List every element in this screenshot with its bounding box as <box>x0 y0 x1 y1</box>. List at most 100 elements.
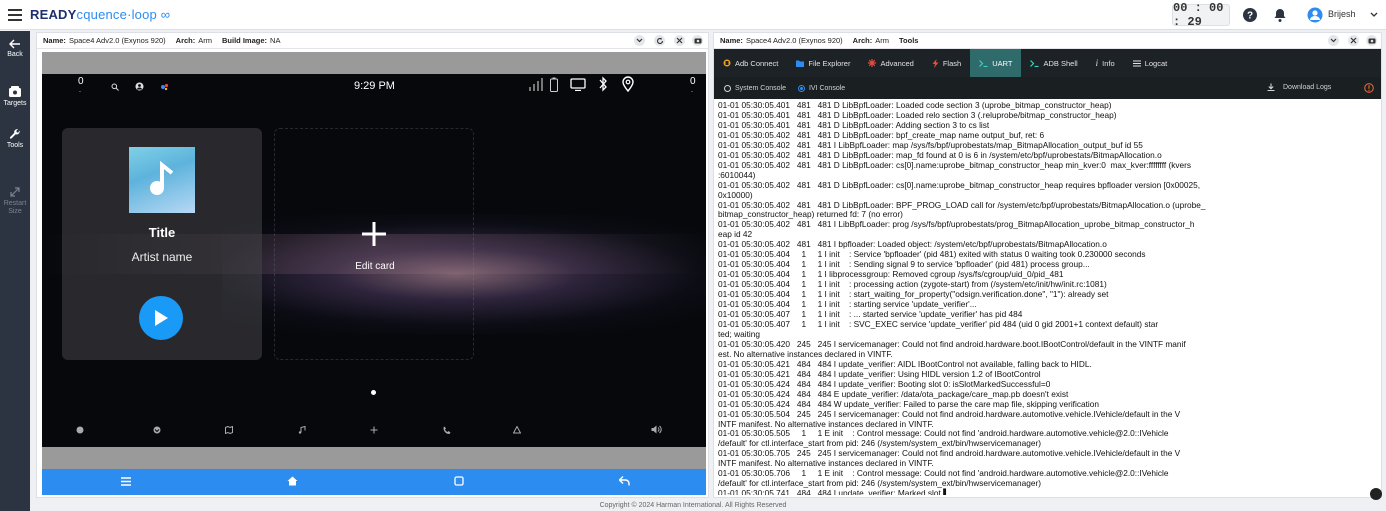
status-left-dot: . <box>79 87 81 94</box>
screenshot-icon[interactable] <box>1366 35 1377 46</box>
left-panel-header: Name: Space4 Adv2.0 (Exynos 920) Arch: Arm… <box>37 33 708 49</box>
device-top-band <box>42 52 706 74</box>
help-icon[interactable]: ? <box>1242 7 1258 23</box>
dock-music-icon[interactable] <box>298 426 306 434</box>
tab-label: UART <box>992 58 1013 68</box>
resize-icon <box>10 187 20 197</box>
left-rail: Back Targets Tools Restart Size <box>0 31 30 511</box>
tools-panel: Name: Space4 Adv2.0 (Exynos 920) Arch: Arm… <box>713 32 1382 498</box>
targets-icon <box>9 86 21 97</box>
rail-restart-size[interactable]: Restart Size <box>0 186 30 216</box>
tab-logcat[interactable]: Logcat <box>1124 49 1177 77</box>
name-label: Name: <box>43 36 66 45</box>
screenshot-icon[interactable] <box>692 35 703 46</box>
tab-adb-connect[interactable]: Adb Connect <box>714 49 787 77</box>
arch-value: Arm <box>198 36 213 45</box>
name-value: Space4 Adv2.0 (Exynos 920) <box>745 36 843 45</box>
terminal-icon <box>979 59 988 67</box>
arch-label: Arch: <box>852 36 873 45</box>
play-button[interactable] <box>139 296 183 340</box>
tab-label: Advanced <box>880 58 914 68</box>
tab-info[interactable]: i Info <box>1087 49 1124 77</box>
flash-icon <box>932 58 939 68</box>
notification-bell-icon[interactable] <box>1272 7 1288 23</box>
nav-menu-icon[interactable] <box>121 477 131 486</box>
nav-overview-icon[interactable] <box>454 476 464 486</box>
rail-tools[interactable]: Tools <box>0 128 30 150</box>
battery-icon <box>550 77 558 92</box>
arch-value: Arm <box>875 36 890 45</box>
collapse-icon[interactable] <box>634 35 645 46</box>
volume-icon[interactable] <box>651 425 662 434</box>
user-name[interactable]: Brijesh <box>1328 9 1356 19</box>
tab-label: Adb Connect <box>735 58 779 68</box>
edit-card[interactable]: Edit card <box>274 128 474 360</box>
console-selector-bar: System Console IVI Console Download Logs <box>714 77 1381 99</box>
build-value: NA <box>270 36 281 45</box>
ivi-console-radio[interactable]: IVI Console <box>797 84 845 92</box>
log-line: 01-01 05:30:05.402 481 481 D LibBpfLoade… <box>718 179 1201 190</box>
dock-profile-icon[interactable] <box>153 426 161 434</box>
rail-targets[interactable]: Targets <box>0 86 30 108</box>
log-line: 01-01 05:30:05.407 1 1 I init : SVC_EXEC… <box>718 318 1159 329</box>
rail-targets-label: Targets <box>3 100 27 107</box>
download-logs-label: Download Logs <box>1283 83 1332 91</box>
search-icon <box>111 83 119 91</box>
profile-icon <box>135 82 144 91</box>
terminal-icon <box>1030 59 1039 67</box>
tab-adb-shell[interactable]: ADB Shell <box>1021 49 1086 77</box>
close-icon[interactable] <box>1348 35 1359 46</box>
status-right-number: 0 <box>690 76 696 87</box>
footer-copyright: Copyright © 2024 Harman International. A… <box>599 502 787 509</box>
tab-file-explorer[interactable]: File Explorer <box>787 49 859 77</box>
rail-tools-label: Tools <box>6 142 24 149</box>
dock-phone-icon[interactable] <box>443 426 451 434</box>
dock-fan-icon[interactable] <box>370 426 378 434</box>
log-line: 01-01 05:30:05.741 484 484 I update_veri… <box>718 488 949 495</box>
refresh-icon[interactable] <box>654 35 665 46</box>
status-left-number: 0 <box>78 76 84 87</box>
logo-sub-text: cquence·loop <box>76 7 157 22</box>
warning-info-icon[interactable] <box>1364 83 1374 93</box>
nav-home-icon[interactable] <box>287 476 298 486</box>
log-line: 01-01 05:30:05.402 481 481 D LibBpfLoade… <box>718 159 1192 170</box>
tab-flash[interactable]: Flash <box>923 49 970 77</box>
dock-app-icon[interactable] <box>76 426 84 434</box>
nav-back-icon[interactable] <box>619 476 630 486</box>
device-screen[interactable]: 0 . 9:29 PM 0 . Title Artist name Edit c… <box>42 74 706 447</box>
list-icon <box>1132 59 1141 67</box>
collapse-icon[interactable] <box>1328 35 1339 46</box>
tab-uart[interactable]: UART <box>970 49 1022 77</box>
device-screen-panel: Name: Space4 Adv2.0 (Exynos 920) Arch: Arm… <box>36 32 709 498</box>
right-panel-header: Name: Space4 Adv2.0 (Exynos 920) Arch: Arm… <box>714 33 1381 49</box>
location-pin-icon <box>622 76 634 92</box>
music-note-icon <box>150 161 174 195</box>
edit-card-label: Edit card <box>355 261 395 272</box>
uart-log-output[interactable]: 01-01 05:30:05.401 481 481 D LibBpfLoade… <box>718 101 1378 495</box>
download-icon <box>1267 83 1275 91</box>
name-label: Name: <box>720 36 743 45</box>
tab-advanced[interactable]: Advanced <box>859 49 922 77</box>
media-title: Title <box>148 225 176 240</box>
device-clock: 9:29 PM <box>354 80 395 92</box>
user-avatar-icon[interactable] <box>1307 7 1323 23</box>
help-fab-icon[interactable] <box>1370 488 1382 500</box>
loop-logo-icon: ∞ <box>156 7 171 22</box>
tab-label: Flash <box>942 58 962 68</box>
media-card[interactable]: Title Artist name <box>62 128 262 360</box>
dock-apps-grid-icon[interactable] <box>513 426 521 434</box>
info-icon: i <box>1095 58 1099 68</box>
menu-icon[interactable] <box>8 8 22 21</box>
rail-back[interactable]: Back <box>0 39 30 59</box>
download-logs-button[interactable]: Download Logs <box>1267 83 1331 91</box>
plus-icon <box>362 222 386 246</box>
chevron-down-icon[interactable] <box>1370 12 1378 18</box>
adb-connect-icon <box>723 59 731 67</box>
radio-off-icon <box>724 84 731 92</box>
device-nav-bar <box>42 469 706 495</box>
system-console-radio[interactable]: System Console <box>724 84 786 92</box>
close-icon[interactable] <box>674 35 685 46</box>
wrench-icon <box>9 129 20 139</box>
dock-map-icon[interactable] <box>225 426 233 434</box>
tab-label: ADB Shell <box>1043 58 1078 68</box>
